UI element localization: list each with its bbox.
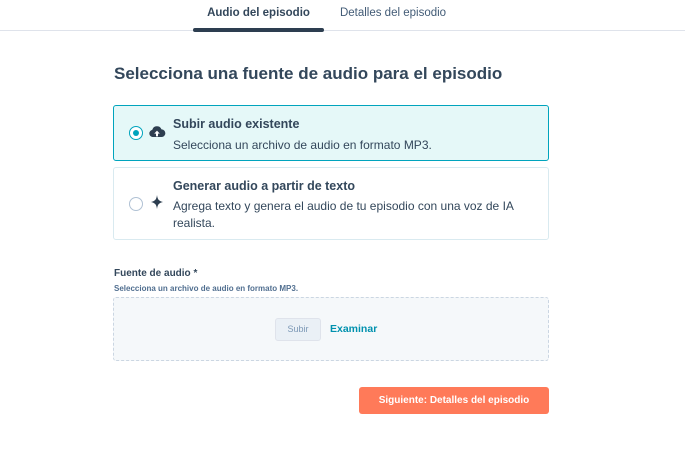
audio-source-help-text: Selecciona un archivo de audio en format… [114,284,299,293]
audio-source-label: Fuente de audio * [114,268,198,279]
option-title: Subir audio existente [173,117,300,131]
browse-link[interactable]: Examinar [330,323,377,335]
page-title: Selecciona una fuente de audio para el e… [114,64,503,83]
option-description: Agrega texto y genera el audio de tu epi… [173,199,514,230]
sparkle-icon [148,194,166,210]
option-description: Selecciona un archivo de audio en format… [173,138,432,152]
option-generate-audio-from-text[interactable]: Generar audio a partir de texto Agrega t… [113,167,549,240]
option-upload-existing-audio[interactable]: Subir audio existente Selecciona un arch… [113,105,549,161]
tab-detalles-del-episodio[interactable]: Detalles del episodio [333,0,453,31]
audio-file-dropzone[interactable]: Subir Examinar [113,297,549,361]
upload-button[interactable]: Subir [275,318,321,341]
radio-generate-audio-from-text[interactable] [129,197,143,211]
cloud-upload-icon [148,124,166,140]
radio-upload-existing-audio[interactable] [129,126,143,140]
tab-audio-del-episodio[interactable]: Audio del episodio [193,0,324,32]
option-title: Generar audio a partir de texto [173,179,355,193]
next-episode-details-button[interactable]: Siguiente: Detalles del episodio [359,387,549,414]
tab-bar: Audio del episodio Detalles del episodio [0,0,685,32]
